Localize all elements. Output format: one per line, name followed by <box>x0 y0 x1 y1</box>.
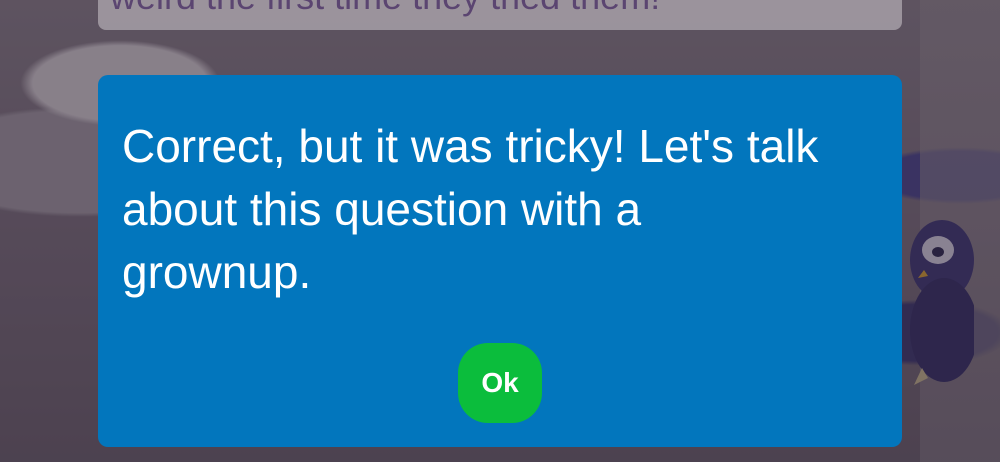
question-card: weird the first time they tried them! <box>98 0 902 30</box>
feedback-dialog: Correct, but it was tricky! Let's talk a… <box>98 75 902 447</box>
ok-button[interactable]: Ok <box>458 343 542 423</box>
dialog-message: Correct, but it was tricky! Let's talk a… <box>122 120 819 298</box>
question-text: weird the first time they tried them! <box>110 0 660 18</box>
